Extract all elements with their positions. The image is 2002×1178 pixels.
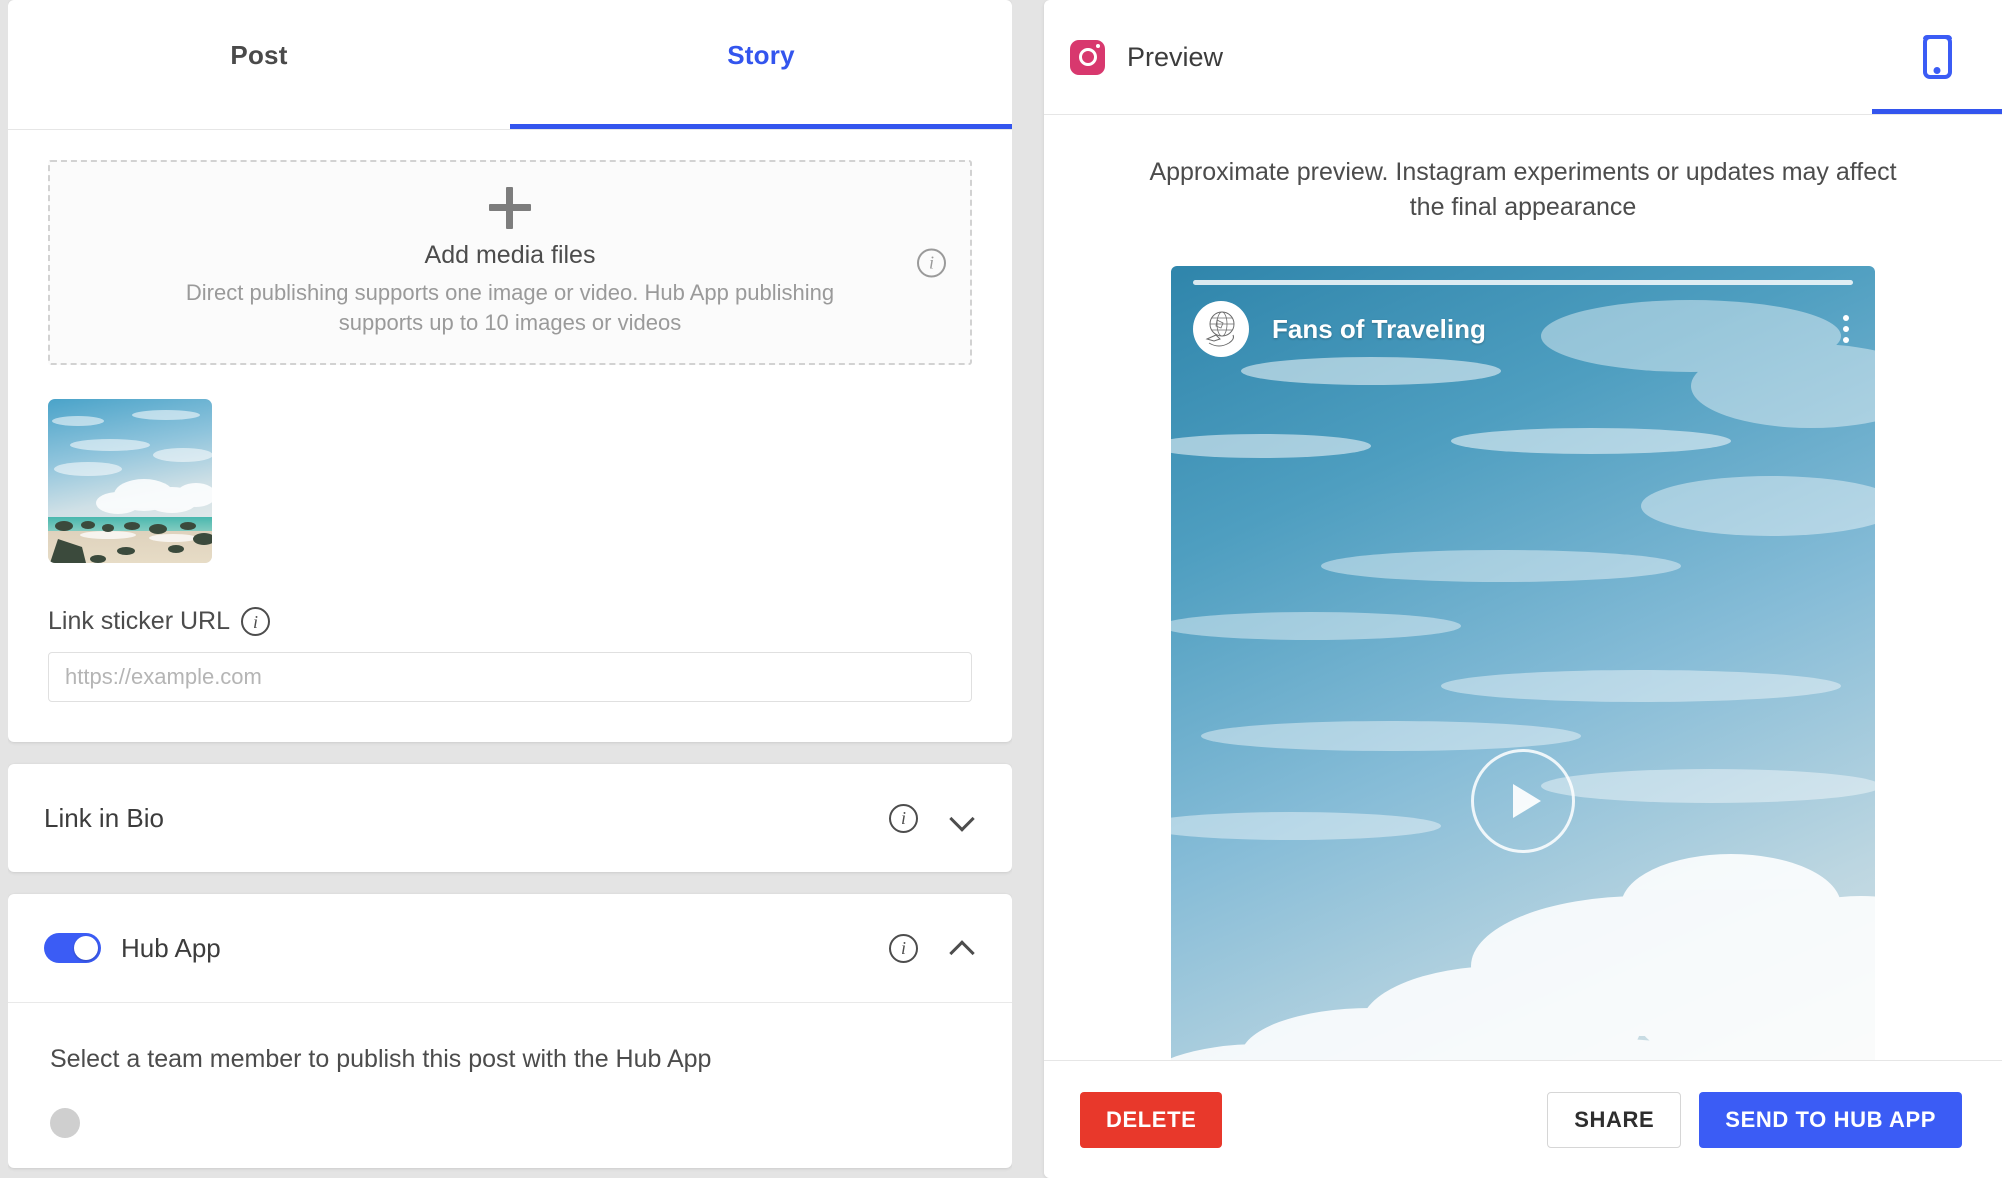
mobile-phone-icon <box>1922 35 1952 79</box>
globe-avatar-icon <box>1205 311 1235 347</box>
share-button[interactable]: SHARE <box>1547 1091 1682 1148</box>
link-sticker-label-row: Link sticker URL i <box>48 607 972 636</box>
story-media-image <box>1171 266 1875 1060</box>
media-body: Add media files Direct publishing suppor… <box>8 130 1012 742</box>
link-in-bio-actions: i <box>889 803 976 833</box>
composer-left-column: Post Story Add media files Direct publis… <box>8 0 1012 1178</box>
preview-title: Preview <box>1127 41 1224 72</box>
link-in-bio-header[interactable]: Link in Bio i <box>8 764 1012 872</box>
kebab-menu-icon[interactable] <box>1839 311 1853 347</box>
media-thumbnail[interactable] <box>48 399 212 563</box>
story-preview: Fans of Traveling <box>1171 266 1875 1060</box>
hub-app-info-icon[interactable]: i <box>889 933 918 963</box>
hub-app-toggle-knob <box>74 936 98 960</box>
media-thumbnail-row <box>48 399 972 563</box>
tab-mobile-preview[interactable] <box>1872 0 2002 114</box>
tab-story-label: Story <box>727 40 795 70</box>
kebab-dot <box>1843 326 1849 332</box>
hub-app-header[interactable]: Hub App i <box>8 894 1012 1002</box>
link-in-bio-title: Link in Bio <box>44 802 164 833</box>
chevron-down-icon[interactable] <box>950 805 976 831</box>
link-sticker-info-icon[interactable]: i <box>241 607 270 636</box>
instagram-icon <box>1070 39 1105 75</box>
hub-app-card: Hub App i Select a team member to publis… <box>8 894 1012 1168</box>
team-member-avatar[interactable] <box>50 1108 80 1138</box>
add-media-dropzone[interactable]: Add media files Direct publishing suppor… <box>48 160 972 365</box>
play-icon[interactable] <box>1471 749 1575 853</box>
hub-app-description: Select a team member to publish this pos… <box>50 1045 712 1073</box>
story-top-bar: Fans of Traveling <box>1171 266 1875 357</box>
hub-app-body: Select a team member to publish this pos… <box>8 1002 1012 1168</box>
link-in-bio-info-icon[interactable]: i <box>889 803 918 833</box>
instagram-lens-icon <box>1078 44 1100 66</box>
kebab-dot <box>1843 337 1849 343</box>
chevron-up-icon[interactable] <box>950 935 976 961</box>
link-sticker-label: Link sticker URL <box>48 607 230 635</box>
dropzone-title: Add media files <box>424 241 596 270</box>
dropzone-description: Direct publishing supports one image or … <box>185 280 835 335</box>
preview-action-bar: DELETE SHARE SEND TO HUB APP <box>1044 1060 2002 1178</box>
preview-card: Preview Approximate preview. Instagram e… <box>1044 0 2002 1178</box>
tab-post[interactable]: Post <box>8 0 510 129</box>
tab-story[interactable]: Story <box>510 0 1012 129</box>
hub-app-actions: i <box>889 933 976 963</box>
media-card: Post Story Add media files Direct publis… <box>8 0 1012 742</box>
story-progress-bar <box>1193 280 1853 285</box>
dropzone-info-icon[interactable]: i <box>917 248 946 277</box>
story-username: Fans of Traveling <box>1272 313 1486 344</box>
post-composer-screen: Post Story Add media files Direct publis… <box>0 0 2002 1178</box>
avatar[interactable] <box>1193 301 1249 357</box>
composer-tabs: Post Story <box>8 0 1012 130</box>
link-sticker-url-input[interactable] <box>48 652 972 702</box>
kebab-dot <box>1843 315 1849 321</box>
delete-button[interactable]: DELETE <box>1080 1091 1223 1148</box>
link-in-bio-card: Link in Bio i <box>8 764 1012 872</box>
preview-header: Preview <box>1044 0 2002 115</box>
preview-note: Approximate preview. Instagram experimen… <box>1149 158 1897 221</box>
preview-right-column: Preview Approximate preview. Instagram e… <box>1044 0 2002 1178</box>
plus-icon <box>489 187 531 230</box>
tab-post-label: Post <box>230 40 288 70</box>
hub-app-toggle[interactable] <box>44 933 101 963</box>
send-to-hub-app-button[interactable]: SEND TO HUB APP <box>1699 1091 1962 1148</box>
hub-app-title: Hub App <box>121 932 221 963</box>
story-user-row: Fans of Traveling <box>1193 301 1853 357</box>
